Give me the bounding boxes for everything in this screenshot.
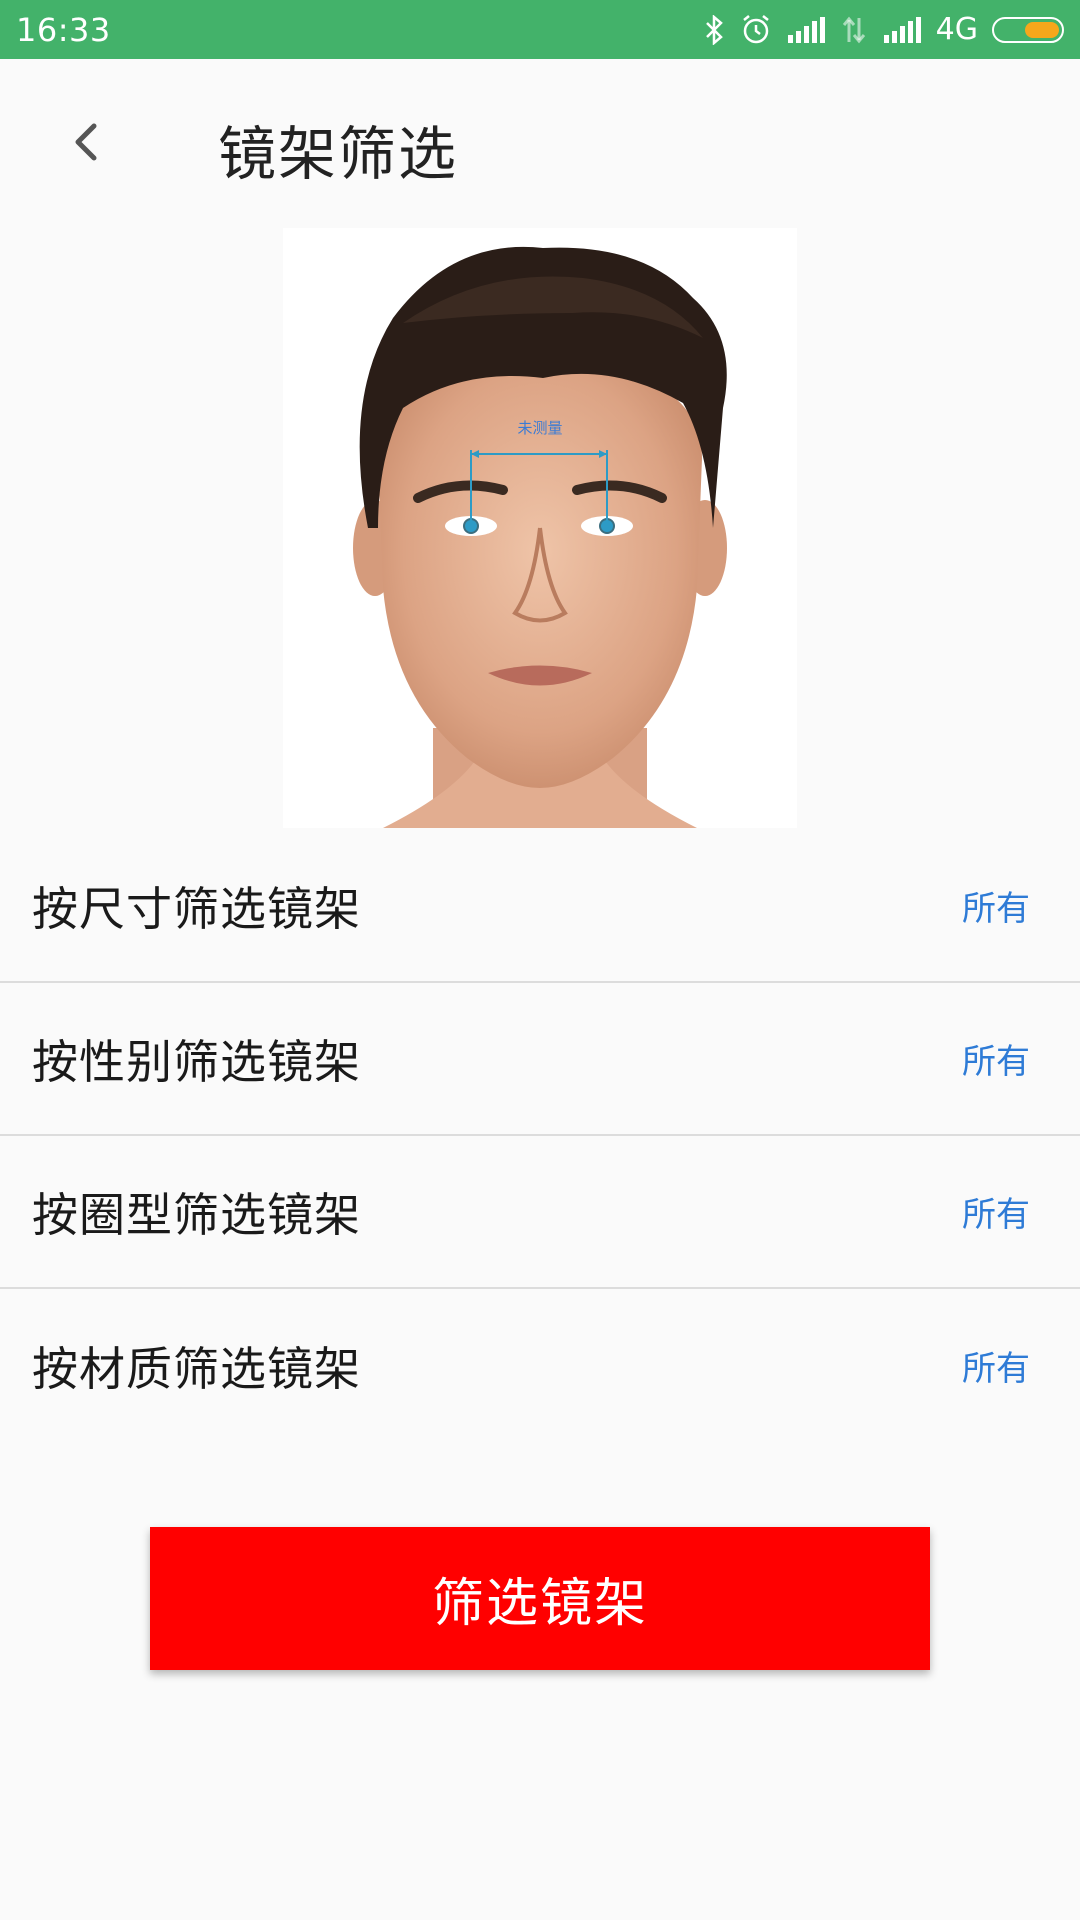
filter-frames-button[interactable]: 筛选镜架 [150,1527,930,1670]
network-type: 4G [935,12,978,47]
battery-level [1025,21,1059,38]
pupil-distance-label: 未测量 [517,419,563,437]
chevron-left-icon [70,120,100,168]
battery-icon [992,16,1064,43]
face-photo: 未测量 [283,228,797,828]
signal-icon [786,16,826,43]
filter-label: 按性别筛选镜架 [32,1034,361,1089]
filter-list: 按尺寸筛选镜架 所有 按性别筛选镜架 所有 按圈型筛选镜架 所有 按材质筛选镜架… [0,830,1080,1442]
face-illustration [353,246,727,828]
filter-row-size[interactable]: 按尺寸筛选镜架 所有 [0,830,1080,983]
bluetooth-icon [704,14,726,45]
filter-label: 按材质筛选镜架 [32,1341,361,1396]
filter-row-frame-shape[interactable]: 按圈型筛选镜架 所有 [0,1136,1080,1289]
filter-value: 所有 [962,1349,1030,1389]
filter-row-gender[interactable]: 按性别筛选镜架 所有 [0,983,1080,1136]
filter-value: 所有 [962,889,1030,929]
status-time: 16:33 [16,10,111,49]
filter-label: 按圈型筛选镜架 [32,1187,361,1242]
filter-label: 按尺寸筛选镜架 [32,881,361,936]
status-icons: 4G [704,12,1064,47]
status-bar: 16:33 4G [0,0,1080,59]
back-button[interactable] [60,119,110,169]
signal-icon [882,16,922,43]
filter-row-material[interactable]: 按材质筛选镜架 所有 [0,1289,1080,1442]
page-title: 镜架筛选 [218,120,459,188]
app-bar: 镜架筛选 [0,59,1080,229]
data-icon [840,16,868,44]
alarm-icon [740,14,772,46]
filter-value: 所有 [962,1195,1030,1235]
filter-value: 所有 [962,1042,1030,1082]
